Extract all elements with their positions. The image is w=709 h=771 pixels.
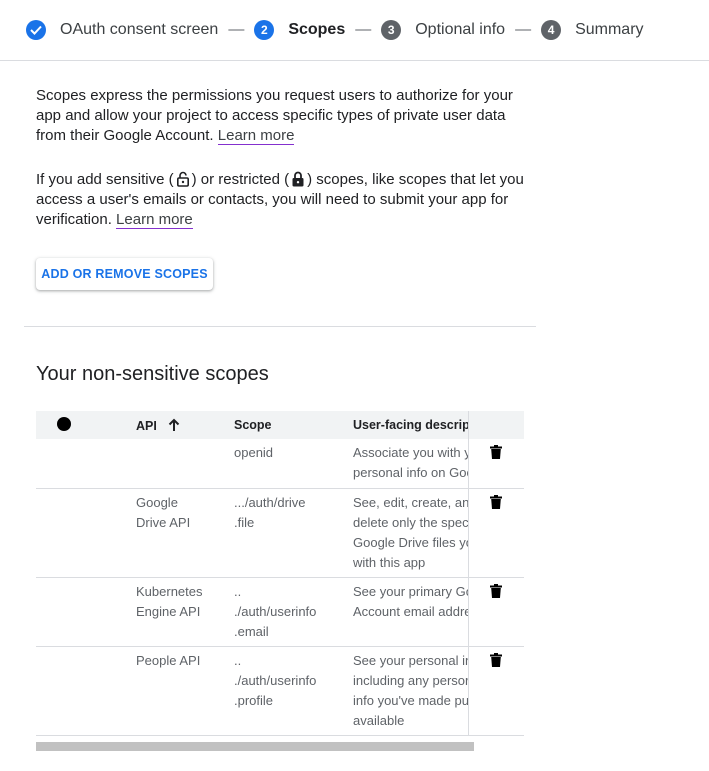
- description-cell: See, edit, create, and delete only the s…: [353, 493, 468, 573]
- scope-cell: .../auth/drive .file: [234, 493, 344, 533]
- learn-more-link[interactable]: Learn more: [217, 127, 295, 145]
- table-header: API Scope User-facing descriptio: [36, 411, 524, 439]
- trash-icon[interactable]: [490, 445, 502, 459]
- select-all-indicator[interactable]: [57, 417, 71, 431]
- horizontal-scrollbar[interactable]: [36, 742, 474, 751]
- step-number: 4: [541, 20, 562, 40]
- api-cell: Kubernetes Engine API: [136, 582, 226, 622]
- step-separator: —: [355, 21, 372, 38]
- description-text: available: [353, 713, 405, 728]
- api-text: Engine API: [136, 604, 201, 619]
- api-text: Kubernetes: [136, 584, 203, 599]
- trash-icon[interactable]: [490, 653, 502, 667]
- scope-text: ..: [234, 584, 242, 599]
- scope-cell: .. ./auth/userinfo .email: [234, 582, 344, 642]
- table-row: Google Drive API .../auth/drive .file Se…: [36, 489, 524, 578]
- description-cell: See your personal in including any perso…: [353, 651, 468, 731]
- column-header-description[interactable]: User-facing descriptio: [353, 418, 468, 432]
- frozen-column-divider: [468, 411, 469, 736]
- api-text: Drive API: [136, 515, 191, 530]
- step-number: 2: [254, 20, 275, 40]
- scope-text: .email: [234, 624, 269, 639]
- section-title: Your non-sensitive scopes: [36, 363, 269, 385]
- column-label: API: [136, 419, 157, 433]
- scope-cell: .. ./auth/userinfo .profile: [234, 651, 344, 711]
- step-label: Summary: [575, 21, 644, 38]
- description-text: info you've made pu: [353, 693, 468, 708]
- step-label: Scopes: [288, 21, 346, 38]
- step-number: 3: [381, 20, 402, 40]
- description-text: See your personal in: [353, 653, 468, 668]
- description-text: with this app: [353, 555, 426, 570]
- table-row: Kubernetes Engine API .. ./auth/userinfo…: [36, 578, 524, 647]
- description-text: Account email addre: [353, 604, 468, 619]
- check-icon: [26, 20, 46, 40]
- verification-explanation: If you add sensitive ( ) or restricted ()…: [36, 170, 536, 230]
- step-oauth-consent[interactable]: OAuth consent screen: [26, 20, 218, 40]
- text-line: ) or restricted (: [191, 171, 290, 188]
- text-line: access a user's emails or contacts, you …: [36, 191, 509, 208]
- text-line: If you add sensitive (: [36, 171, 174, 188]
- column-header-scope[interactable]: Scope: [234, 418, 272, 432]
- text-line: from their Google Account.: [36, 127, 214, 144]
- description-text: Google Drive files yo: [353, 535, 468, 550]
- stepper: OAuth consent screen — 2 Scopes — 3 Opti…: [0, 0, 709, 61]
- description-cell: See your primary Go Account email addre: [353, 582, 468, 622]
- scope-text: openid: [234, 445, 274, 460]
- scope-text: ..: [234, 653, 242, 668]
- text-line: verification.: [36, 211, 112, 228]
- step-separator: —: [228, 21, 245, 38]
- api-text: People API: [136, 653, 201, 668]
- text-line: ) scopes, like scopes that let you: [307, 171, 524, 188]
- text-line: Scopes express the permissions you reque…: [36, 87, 513, 104]
- scope-text: .profile: [234, 693, 274, 708]
- scope-text: .file: [234, 515, 255, 530]
- scopes-table: API Scope User-facing descriptio openid …: [36, 411, 524, 736]
- trash-icon[interactable]: [490, 495, 502, 509]
- scope-text: ./auth/userinfo: [234, 604, 317, 619]
- add-or-remove-scopes-button[interactable]: ADD OR REMOVE SCOPES: [36, 258, 213, 290]
- description-cell: Associate you with y personal info on Go…: [353, 443, 468, 483]
- description-text: including any persor: [353, 673, 468, 688]
- scope-text: ./auth/userinfo: [234, 673, 317, 688]
- unlocked-lock-icon: [175, 171, 191, 188]
- description-text: personal info on Goo: [353, 465, 468, 480]
- table-row: openid Associate you with y personal inf…: [36, 439, 524, 489]
- step-scopes[interactable]: 2 Scopes: [254, 20, 345, 40]
- arrow-up-icon: [169, 418, 180, 431]
- step-summary[interactable]: 4 Summary: [541, 20, 644, 40]
- table-row: People API .. ./auth/userinfo .profile S…: [36, 647, 524, 736]
- learn-more-link[interactable]: Learn more: [116, 211, 193, 229]
- divider: [24, 326, 536, 327]
- step-label: Optional info: [415, 21, 506, 38]
- step-label: OAuth consent screen: [60, 21, 219, 38]
- api-cell: Google Drive API: [136, 493, 226, 533]
- step-optional-info[interactable]: 3 Optional info: [381, 20, 505, 40]
- description-text: Associate you with y: [353, 445, 468, 460]
- lock-icon: [290, 171, 306, 188]
- step-separator: —: [515, 21, 532, 38]
- trash-icon[interactable]: [490, 584, 502, 598]
- api-text: Google: [136, 495, 178, 510]
- column-header-api[interactable]: API: [136, 418, 180, 433]
- description-text: See, edit, create, and: [353, 495, 468, 510]
- scope-text: .../auth/drive: [234, 495, 306, 510]
- description-text: delete only the spec: [353, 515, 468, 530]
- text-line: app and allow your project to access spe…: [36, 107, 506, 124]
- scope-cell: openid: [234, 443, 344, 463]
- description-text: See your primary Go: [353, 584, 468, 599]
- scopes-explanation: Scopes express the permissions you reque…: [36, 86, 536, 146]
- api-cell: People API: [136, 651, 226, 671]
